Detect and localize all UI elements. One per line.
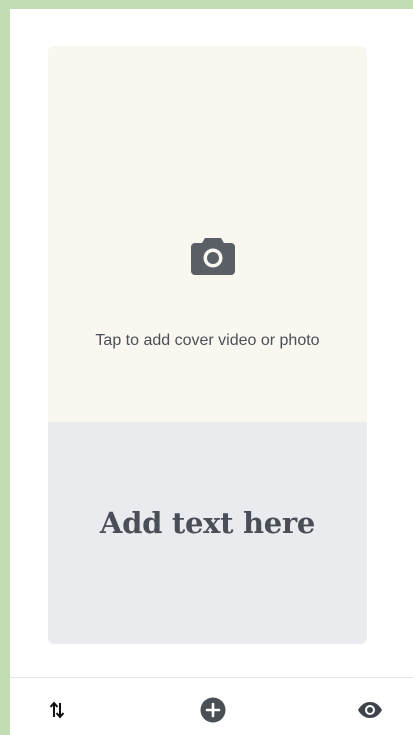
reorder-button[interactable] xyxy=(43,696,71,724)
text-block-area[interactable]: Add text here xyxy=(48,422,367,644)
text-block-placeholder: Add text here xyxy=(99,506,316,540)
cover-prompt-text: Tap to add cover video or photo xyxy=(95,332,320,349)
bottom-toolbar xyxy=(10,678,413,735)
add-block-button[interactable] xyxy=(199,696,227,724)
editor-screen: Tap to add cover video or photo Add text… xyxy=(10,9,413,735)
preview-button[interactable] xyxy=(356,696,384,724)
reorder-arrows-icon xyxy=(49,701,65,719)
plus-circle-icon xyxy=(200,697,226,723)
cover-media-area[interactable]: Tap to add cover video or photo xyxy=(48,46,367,422)
camera-icon xyxy=(191,238,235,275)
eye-icon xyxy=(358,702,382,718)
story-card: Tap to add cover video or photo Add text… xyxy=(48,46,367,644)
